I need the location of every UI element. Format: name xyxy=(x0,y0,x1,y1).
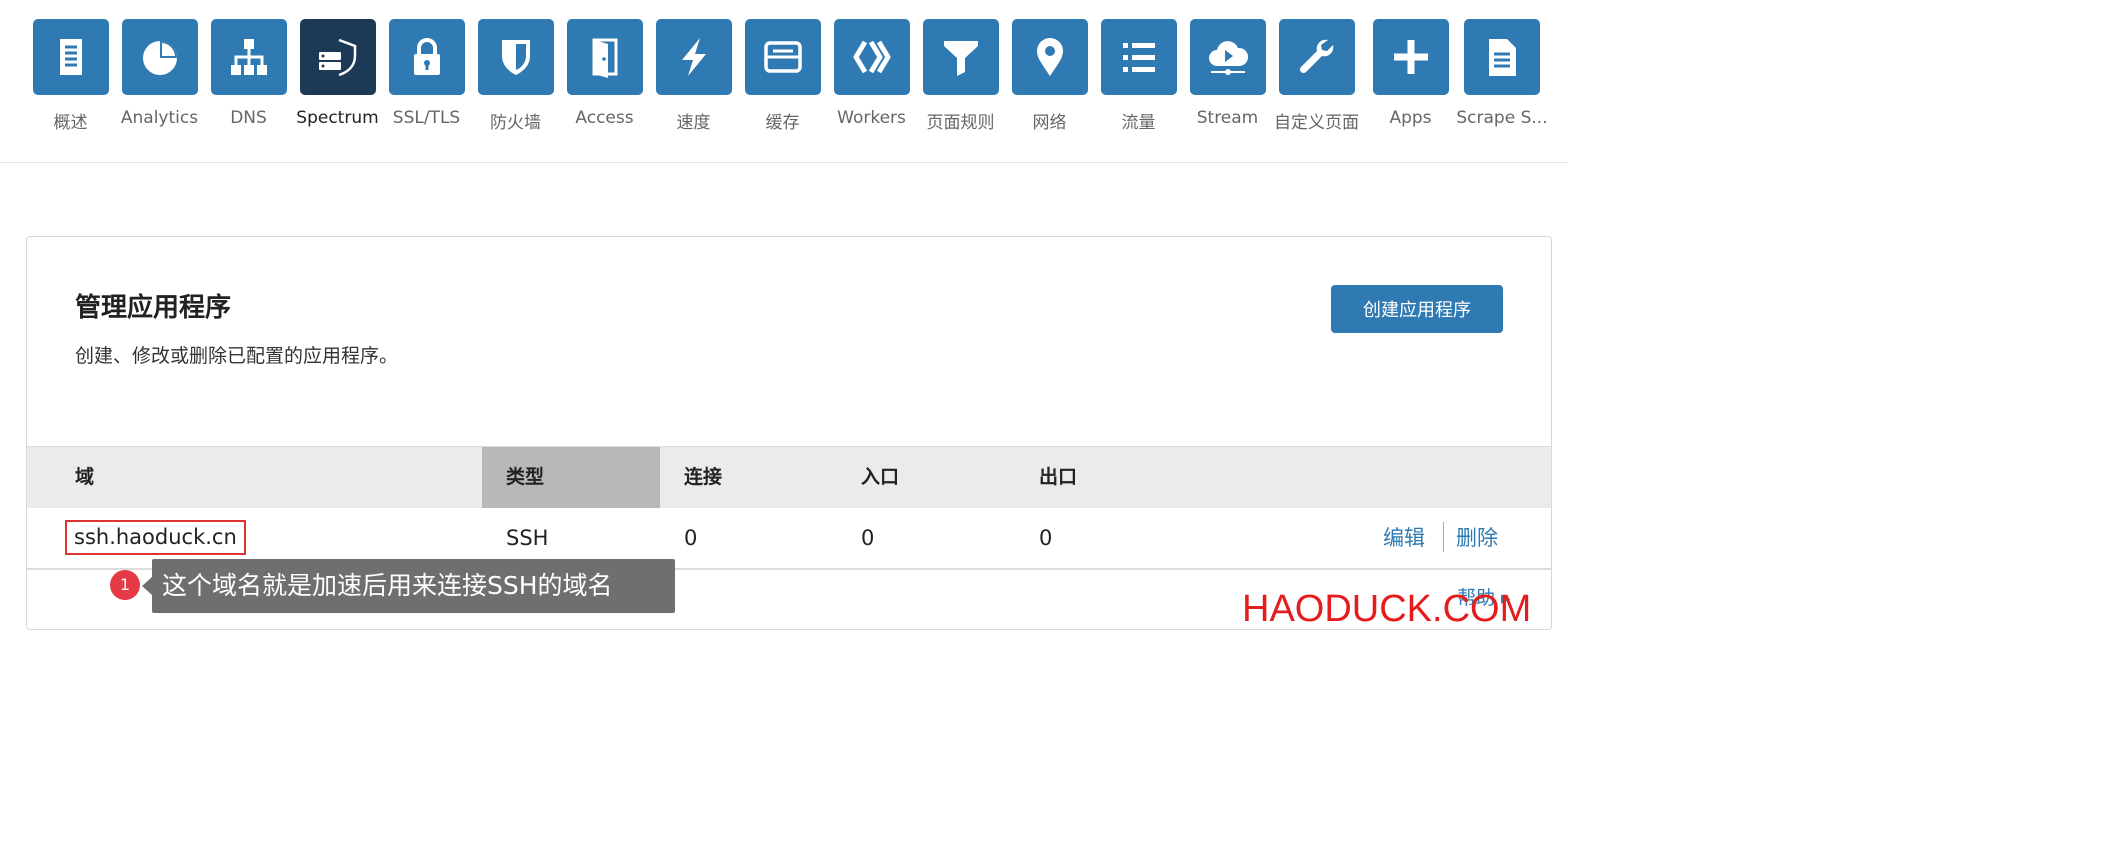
nav-label: 流量 xyxy=(1121,113,1156,133)
nav-item-traffic[interactable]: 流量 xyxy=(1094,19,1183,133)
nav-label: Apps xyxy=(1389,108,1432,128)
delete-link[interactable]: 删除 xyxy=(1456,508,1498,568)
list-icon xyxy=(1100,19,1177,95)
ingress-cell: 0 xyxy=(861,526,875,550)
nav-label: 缓存 xyxy=(765,113,800,133)
lightning-icon xyxy=(655,19,732,95)
nav-label: Analytics xyxy=(120,108,199,128)
nav-label: 速度 xyxy=(676,113,711,133)
nav-label: SSL/TLS xyxy=(392,108,461,128)
nav-item-workers[interactable]: Workers xyxy=(827,19,916,128)
nav-item-network[interactable]: 网络 xyxy=(1005,19,1094,133)
step-badge: 1 xyxy=(110,570,140,600)
nav-item-page-rules[interactable]: 页面规则 xyxy=(916,19,1005,133)
nav-label: Scrape S... xyxy=(1456,108,1548,128)
nav-label: Workers xyxy=(837,108,906,128)
nav-label: 自定义页面 xyxy=(1274,113,1359,133)
network-tree-icon xyxy=(210,19,287,95)
door-icon xyxy=(566,19,643,95)
annotation-tooltip: 这个域名就是加速后用来连接SSH的域名 xyxy=(152,559,675,613)
nav-item-custom-pages[interactable]: 自定义页面 xyxy=(1272,19,1361,133)
card-title: 管理应用程序 xyxy=(75,293,232,323)
nav-item-spectrum[interactable]: Spectrum xyxy=(293,19,382,128)
page-icon xyxy=(1464,19,1540,95)
wrench-icon xyxy=(1278,19,1355,95)
nav-item-ssl-tls[interactable]: SSL/TLS xyxy=(382,19,471,128)
nav-item-stream[interactable]: Stream xyxy=(1183,19,1272,128)
domain-cell: ssh.haoduck.cn xyxy=(65,520,246,555)
nav-label: 防火墙 xyxy=(490,113,541,133)
nav-label: Stream xyxy=(1196,108,1259,128)
nav-item-speed[interactable]: 速度 xyxy=(649,19,738,133)
document-icon xyxy=(32,19,109,95)
tooltip-arrow xyxy=(142,577,152,595)
action-divider xyxy=(1443,522,1444,552)
filter-icon xyxy=(922,19,999,95)
workers-icon xyxy=(833,19,910,95)
column-header-connections[interactable]: 连接 xyxy=(684,447,722,508)
nav-item-access[interactable]: Access xyxy=(560,19,649,128)
nav-item-scrape-shield[interactable]: Scrape S... xyxy=(1455,19,1549,128)
nav-label: 网络 xyxy=(1032,113,1067,133)
lock-icon xyxy=(388,19,465,95)
nav-item-analytics[interactable]: Analytics xyxy=(115,19,204,128)
nav-item-firewall[interactable]: 防火墙 xyxy=(471,19,560,133)
shield-icon xyxy=(477,19,554,95)
connections-cell: 0 xyxy=(684,526,698,550)
column-header-ingress[interactable]: 入口 xyxy=(861,447,899,508)
column-header-egress[interactable]: 出口 xyxy=(1039,447,1077,508)
server-shield-icon xyxy=(299,19,376,95)
table-header: 域 类型 连接 入口 出口 xyxy=(27,446,1551,508)
column-header-domain[interactable]: 域 xyxy=(75,447,94,508)
watermark: HAODUCK.COM xyxy=(1242,588,1532,630)
nav-label: Access xyxy=(575,108,634,128)
edit-link[interactable]: 编辑 xyxy=(1383,508,1425,568)
nav-label: 页面规则 xyxy=(926,113,995,133)
column-header-type[interactable]: 类型 xyxy=(482,447,660,508)
nav-label: DNS xyxy=(230,108,267,128)
card-description: 创建、修改或删除已配置的应用程序。 xyxy=(75,345,399,367)
nav-item-overview[interactable]: 概述 xyxy=(26,19,115,133)
location-pin-icon xyxy=(1011,19,1088,95)
nav-label: Spectrum xyxy=(296,108,379,128)
create-application-button[interactable]: 创建应用程序 xyxy=(1331,285,1503,333)
storage-icon xyxy=(744,19,821,95)
pie-chart-icon xyxy=(121,19,198,95)
cloud-play-icon xyxy=(1189,19,1266,95)
plus-icon xyxy=(1372,19,1449,95)
nav-label: 概述 xyxy=(53,113,88,133)
top-navigation: 概述 Analytics DNS Spectrum SSL/TLS 防火墙 Ac… xyxy=(0,0,1568,163)
nav-item-dns[interactable]: DNS xyxy=(204,19,293,128)
nav-item-cache[interactable]: 缓存 xyxy=(738,19,827,133)
egress-cell: 0 xyxy=(1039,526,1053,550)
nav-item-apps[interactable]: Apps xyxy=(1366,19,1455,128)
